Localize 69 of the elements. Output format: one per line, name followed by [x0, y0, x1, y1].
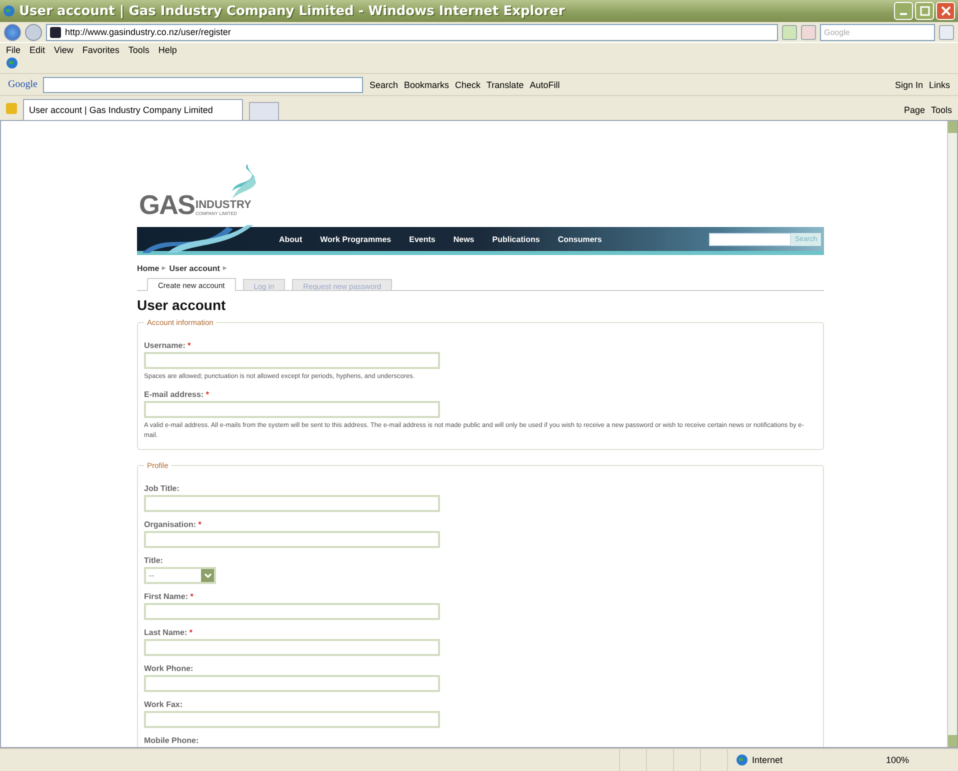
text-field[interactable] [144, 603, 440, 620]
toolbar-button[interactable]: Bookmarks [404, 80, 449, 90]
logo-text: GAS [139, 193, 195, 217]
url-text: http://www.gasindustry.co.nz/user/register [65, 27, 231, 37]
zoom-level[interactable]: 100% [886, 755, 910, 765]
toolbar-button[interactable]: Check [455, 80, 481, 90]
menu-item[interactable]: Favorites [82, 45, 120, 55]
field-label: E-mail address: * [144, 390, 210, 399]
breadcrumb-link[interactable]: User account [169, 264, 220, 273]
minimize-icon[interactable] [894, 2, 913, 20]
text-field[interactable] [144, 711, 440, 728]
globe-icon [3, 5, 15, 17]
toolbar-button[interactable]: Translate [486, 80, 524, 90]
nav-link[interactable]: Consumers [558, 234, 602, 244]
text-field[interactable] [144, 531, 440, 548]
text-field[interactable] [144, 401, 440, 418]
browser-tab[interactable]: User account | Gas Industry Company Limited [23, 99, 243, 120]
field-label: Last Name: * [144, 628, 194, 637]
toolbar-search-field[interactable] [43, 76, 364, 92]
menu-item[interactable]: File [6, 45, 21, 55]
forward-icon[interactable] [25, 24, 42, 40]
close-icon[interactable] [936, 2, 955, 20]
field-label: Organisation: * [144, 520, 202, 529]
window-title: User account | Gas Industry Company Limited - Windows Internet Explorer [19, 4, 566, 18]
google-logo: Google [8, 79, 38, 90]
search-icon[interactable] [939, 24, 954, 40]
new-tab-button[interactable] [249, 102, 279, 120]
select-value: -- [149, 571, 154, 580]
nav-link[interactable]: Publications [492, 234, 540, 244]
breadcrumb-link[interactable]: Home [137, 264, 160, 273]
text-field[interactable] [144, 639, 440, 656]
nav-link[interactable]: About [279, 234, 302, 244]
menu-item[interactable]: Help [158, 45, 177, 55]
toolbar-button[interactable]: Sign In [894, 80, 923, 90]
menu-item[interactable]: View [54, 45, 74, 55]
text-field[interactable] [144, 495, 440, 512]
page-heading: User account [137, 297, 227, 313]
text-field[interactable] [144, 675, 440, 692]
field-label: Job Title: [144, 484, 180, 493]
field-label: Work Phone: [144, 664, 194, 673]
command-button[interactable]: Tools [930, 105, 952, 115]
nav-link[interactable]: Events [409, 234, 436, 244]
globe-icon [6, 57, 18, 69]
field-label: Username: * [144, 341, 192, 350]
site-icon [50, 26, 61, 38]
command-button[interactable]: Page [904, 105, 925, 115]
field-label: Mobile Phone: [144, 736, 200, 745]
menu-item[interactable]: Tools [128, 45, 150, 55]
toolbar-button[interactable]: Search [369, 80, 398, 90]
nav-link[interactable]: Work Programmes [320, 234, 392, 244]
text-field[interactable] [144, 352, 440, 369]
site-search-field[interactable] [709, 232, 791, 246]
maximize-icon[interactable] [915, 2, 934, 20]
back-icon[interactable] [4, 24, 21, 40]
field-label: First Name: * [144, 592, 194, 601]
refresh-icon[interactable] [782, 24, 797, 40]
nav-link[interactable]: News [453, 234, 474, 244]
logo-text: INDUSTRY [196, 200, 252, 211]
menu-item[interactable]: Edit [30, 45, 46, 55]
zone-label: Internet [736, 754, 856, 766]
globe-icon [736, 754, 748, 766]
toolbar-button[interactable]: Links [928, 80, 950, 90]
stop-icon[interactable] [801, 24, 816, 40]
toolbar-button[interactable]: AutoFill [530, 80, 560, 90]
title-select[interactable]: -- [144, 567, 216, 584]
field-label: Work Fax: [144, 700, 184, 709]
field-label: Title: [144, 556, 164, 565]
scrollbar[interactable] [947, 121, 957, 747]
address-field[interactable]: http://www.gasindustry.co.nz/user/register [46, 24, 778, 40]
